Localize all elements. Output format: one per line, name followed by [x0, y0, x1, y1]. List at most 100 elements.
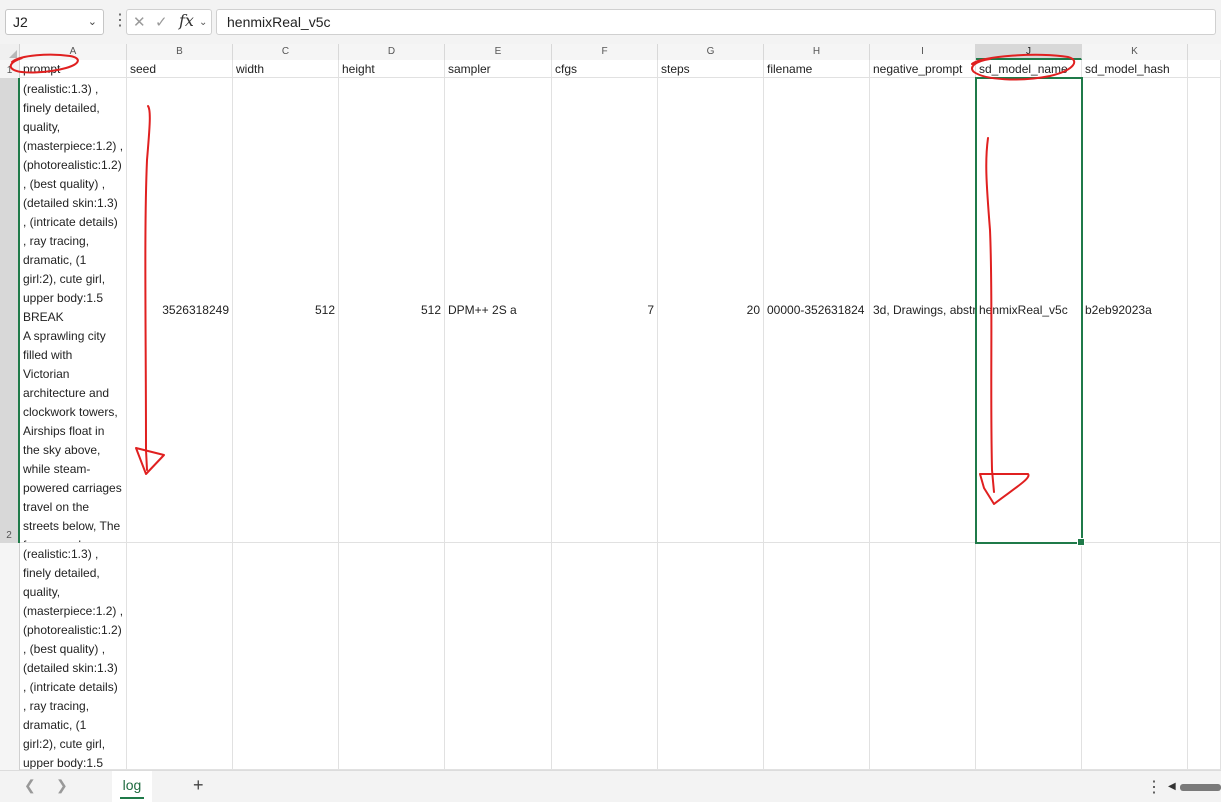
prompt-line: quality,: [23, 585, 61, 599]
cell-a2[interactable]: (realistic:1.3) , finely detailed, quali…: [20, 78, 127, 543]
prompt-line: (masterpiece:1.2) ,: [23, 139, 124, 153]
prompt-line: (photorealistic:1.2): [23, 623, 122, 637]
formula-bar: J2 ⌄ ⋮ ✕ ✓ fx ⌄ henmixReal_v5c: [0, 0, 1221, 44]
cell-c2[interactable]: 512: [233, 78, 339, 543]
chevron-down-icon[interactable]: ⌄: [88, 10, 97, 34]
cell-h2[interactable]: 00000-352631824: [764, 78, 870, 543]
column-header-f[interactable]: F: [552, 44, 658, 60]
more-options-icon[interactable]: ⋮: [112, 10, 128, 34]
sheet-tab-bar: ❮ ❯ log + ⋮ ◀: [0, 770, 1221, 802]
row-header-2[interactable]: 2: [0, 78, 20, 543]
cell-b2[interactable]: 3526318249: [127, 78, 233, 543]
cell-j3[interactable]: [976, 543, 1082, 770]
formula-buttons: ✕ ✓ fx ⌄: [126, 9, 212, 35]
chevron-left-icon[interactable]: ❮: [24, 777, 36, 794]
cell-f2[interactable]: 7: [552, 78, 658, 543]
cell-b1[interactable]: seed: [127, 60, 233, 78]
add-sheet-button[interactable]: +: [193, 775, 204, 796]
column-header-h[interactable]: H: [764, 44, 870, 60]
column-header-l[interactable]: [1188, 44, 1221, 60]
prompt-line: (realistic:1.3) ,: [23, 547, 99, 561]
column-header-g[interactable]: G: [658, 44, 764, 60]
cancel-icon[interactable]: ✕: [133, 13, 146, 31]
cell-f1[interactable]: cfgs: [552, 60, 658, 78]
prompt-line: dramatic, (1: [23, 253, 87, 267]
cell-d3[interactable]: [339, 543, 445, 770]
cell-a1[interactable]: prompt: [20, 60, 127, 78]
column-header-a[interactable]: A: [20, 44, 127, 60]
cell-h3[interactable]: [764, 543, 870, 770]
cell-g3[interactable]: [658, 543, 764, 770]
prompt-line: filled with: [23, 348, 73, 362]
prompt-line: finely detailed,: [23, 566, 100, 580]
cell-i1[interactable]: negative_prompt: [870, 60, 976, 78]
cell-d1[interactable]: height: [339, 60, 445, 78]
name-box-value: J2: [13, 14, 28, 30]
prompt-line: girl:2), cute girl,: [23, 737, 106, 751]
cell-e2[interactable]: DPM++ 2S a: [445, 78, 552, 543]
prompt-line: , ray tracing,: [23, 234, 90, 248]
cell-a3[interactable]: (realistic:1.3) , finely detailed, quali…: [20, 543, 127, 770]
cell-e3[interactable]: [445, 543, 552, 770]
cell-l1[interactable]: [1188, 60, 1221, 78]
cell-h1[interactable]: filename: [764, 60, 870, 78]
check-icon[interactable]: ✓: [155, 13, 168, 31]
column-header-i[interactable]: I: [870, 44, 976, 60]
cell-j1[interactable]: sd_model_name: [976, 60, 1082, 78]
sheet-tab-log[interactable]: log: [112, 771, 152, 802]
prompt-line: A sprawling city: [23, 329, 106, 343]
cell-b3[interactable]: [127, 543, 233, 770]
prompt-line: (detailed skin:1.3): [23, 196, 118, 210]
cell-e1[interactable]: sampler: [445, 60, 552, 78]
prompt-line: (realistic:1.3) ,: [23, 82, 99, 96]
prompt-line: clockwork towers,: [23, 405, 118, 419]
prompt-line: , ray tracing,: [23, 699, 90, 713]
cell-c1[interactable]: width: [233, 60, 339, 78]
cell-k2[interactable]: b2eb92023a: [1082, 78, 1188, 543]
prompt-line: architecture and: [23, 386, 110, 400]
scroll-left-icon[interactable]: ◀: [1168, 781, 1176, 792]
prompt-line: powered carriages: [23, 481, 122, 495]
prompt-line: (masterpiece:1.2) ,: [23, 604, 124, 618]
cell-i3[interactable]: [870, 543, 976, 770]
prompt-line: (detailed skin:1.3): [23, 661, 118, 675]
cell-g1[interactable]: steps: [658, 60, 764, 78]
cell-l3[interactable]: [1188, 543, 1221, 770]
formula-input[interactable]: henmixReal_v5c: [216, 9, 1216, 35]
prompt-line: , (intricate details): [23, 680, 118, 694]
column-header-e[interactable]: E: [445, 44, 552, 60]
cell-c3[interactable]: [233, 543, 339, 770]
horizontal-scrollbar[interactable]: ◀: [1166, 781, 1221, 793]
cell-f3[interactable]: [552, 543, 658, 770]
column-header-d[interactable]: D: [339, 44, 445, 60]
prompt-line: Victorian: [23, 367, 70, 381]
cell-k1[interactable]: sd_model_hash: [1082, 60, 1188, 78]
prompt-line: , (intricate details): [23, 215, 118, 229]
cell-k3[interactable]: [1082, 543, 1188, 770]
cell-l2[interactable]: [1188, 78, 1221, 543]
prompt-line: upper body:1.5: [23, 756, 104, 770]
column-header-c[interactable]: C: [233, 44, 339, 60]
prompt-line: foreground: [23, 536, 123, 542]
name-box[interactable]: J2 ⌄: [5, 9, 104, 35]
select-all-corner[interactable]: [0, 44, 20, 60]
scrollbar-thumb[interactable]: [1180, 784, 1221, 791]
column-header-b[interactable]: B: [127, 44, 233, 60]
cell-j2[interactable]: henmixReal_v5c: [976, 78, 1082, 543]
prompt-line: Airships float in: [23, 424, 105, 438]
prompt-line: (photorealistic:1.2): [23, 158, 122, 172]
row-header-3[interactable]: [0, 543, 20, 770]
row-header-1[interactable]: 1: [0, 60, 20, 78]
prompt-line: upper body:1.5: [23, 291, 104, 305]
cell-d2[interactable]: 512: [339, 78, 445, 543]
chevron-down-icon[interactable]: ⌄: [199, 17, 207, 28]
chevron-right-icon[interactable]: ❯: [56, 777, 68, 794]
column-header-k[interactable]: K: [1082, 44, 1188, 60]
prompt-line: travel on the: [23, 500, 90, 514]
cell-g2[interactable]: 20: [658, 78, 764, 543]
cell-i2[interactable]: 3d, Drawings, abstr: [870, 78, 976, 543]
column-header-j[interactable]: J: [976, 44, 1082, 60]
insert-function-icon[interactable]: fx: [179, 11, 194, 30]
prompt-line: dramatic, (1: [23, 718, 87, 732]
more-options-icon[interactable]: ⋮: [1146, 777, 1162, 797]
